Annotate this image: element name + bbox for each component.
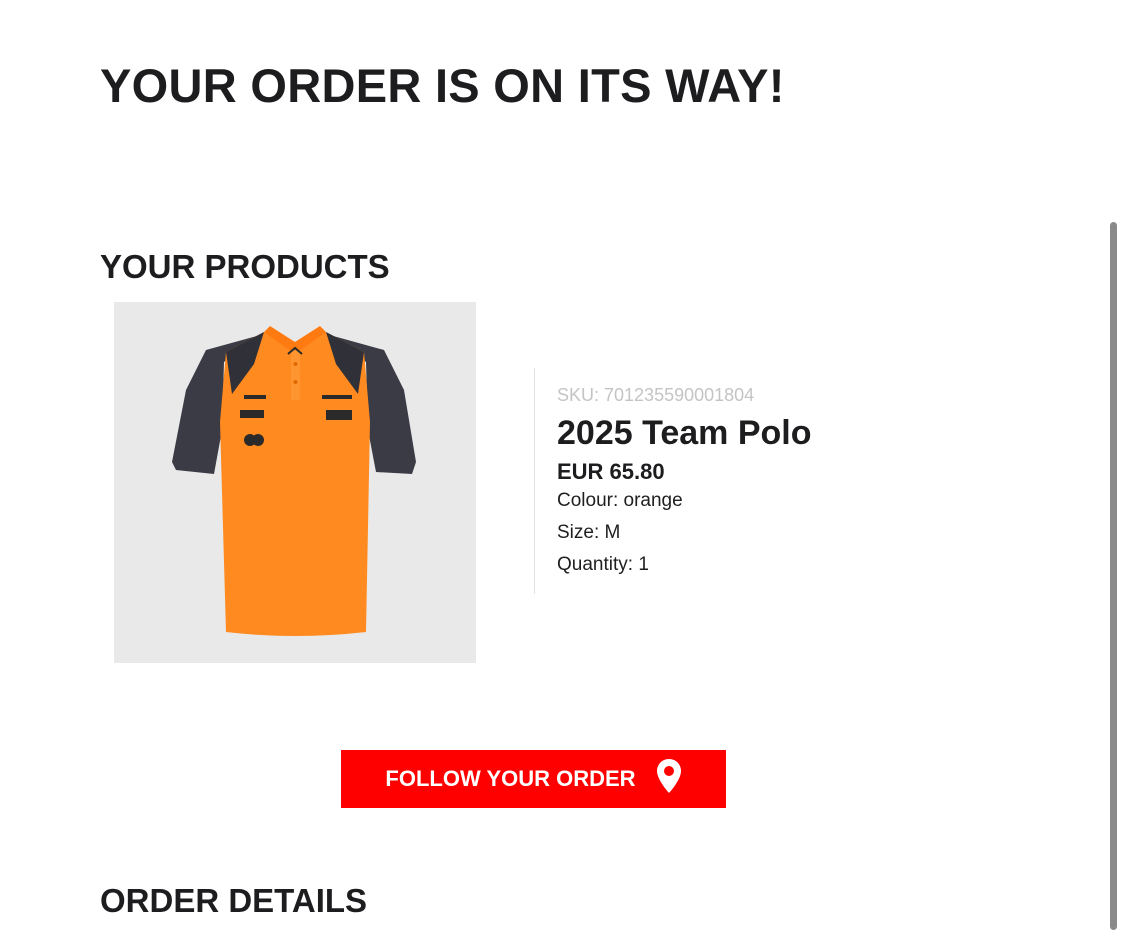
order-confirmation-page: YOUR ORDER IS ON ITS WAY! YOUR PRODUCTS bbox=[0, 0, 1125, 930]
follow-order-label: FOLLOW YOUR ORDER bbox=[385, 766, 636, 791]
polo-shirt-image bbox=[172, 326, 416, 636]
product-colour: Colour: orange bbox=[557, 490, 683, 511]
product-info: SKU: 701235590001804 2025 Team Polo EUR … bbox=[557, 384, 812, 581]
products-section-title: YOUR PRODUCTS bbox=[100, 248, 390, 285]
follow-order-button[interactable]: FOLLOW YOUR ORDER bbox=[341, 750, 726, 808]
product-quantity: Quantity: 1 bbox=[557, 554, 649, 575]
scrollbar-thumb[interactable] bbox=[1110, 222, 1117, 930]
order-details-title: ORDER DETAILS bbox=[100, 882, 368, 919]
product-size: Size: M bbox=[557, 522, 621, 543]
map-pin-icon bbox=[656, 758, 682, 800]
page-title: YOUR ORDER IS ON ITS WAY! bbox=[100, 59, 785, 112]
product-sku: SKU: 701235590001804 bbox=[557, 385, 755, 405]
product-price: EUR 65.80 bbox=[557, 459, 665, 484]
scrollbar[interactable] bbox=[1110, 222, 1117, 930]
product-image bbox=[114, 302, 476, 663]
product-name: 2025 Team Polo bbox=[557, 414, 812, 452]
product-divider bbox=[534, 368, 535, 594]
